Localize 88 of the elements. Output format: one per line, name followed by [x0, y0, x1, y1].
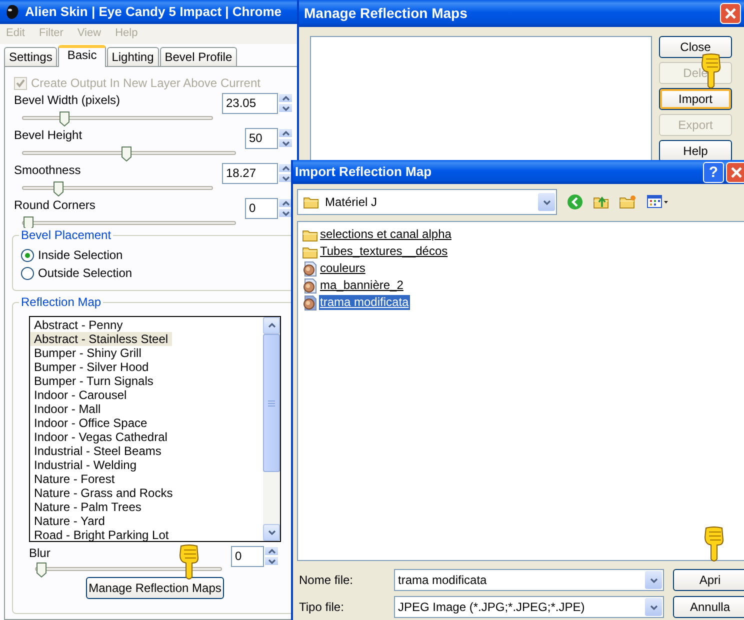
list-item[interactable]: Industrial - Steel Beams	[30, 444, 166, 458]
list-item[interactable]: Indoor - Office Space	[30, 416, 152, 430]
scrollbar[interactable]	[263, 317, 280, 541]
pointing-hand-icon	[178, 544, 200, 582]
view-menu-icon[interactable]	[647, 194, 669, 210]
list-item[interactable]: Bumper - Shiny Grill	[30, 346, 146, 360]
spin-up-button[interactable]	[264, 546, 279, 556]
slider-label: Bevel Width (pixels)	[14, 93, 122, 108]
scroll-thumb[interactable]	[263, 334, 280, 472]
list-item[interactable]: Bumper - Silver Hood	[30, 360, 153, 374]
dropdown-button[interactable]	[645, 571, 662, 589]
folder-name: Matériel J	[325, 194, 378, 210]
tab[interactable]: Bevel Profile	[160, 47, 238, 66]
manage-maps-button[interactable]: Manage Reflection Maps	[86, 577, 224, 599]
spin-up-button[interactable]	[278, 93, 293, 103]
radio-label: Inside Selection	[38, 248, 123, 262]
number-field[interactable]: 0	[245, 198, 278, 219]
slider-thumb[interactable]	[58, 111, 70, 127]
dialog-button[interactable]: Help	[659, 140, 732, 162]
number-field[interactable]: 18.27	[222, 163, 278, 184]
list-item[interactable]: Indoor - Mall	[30, 402, 105, 416]
dialog-title: Import Reflection Map	[295, 164, 432, 180]
radio-button[interactable]	[21, 248, 34, 262]
dialog-title: Manage Reflection Maps	[304, 4, 468, 22]
list-item[interactable]: Abstract - Penny	[30, 318, 127, 332]
window-title: Alien Skin | Eye Candy 5 Impact | Chrome	[25, 4, 282, 20]
check-icon	[16, 78, 25, 88]
file-item[interactable]: trama modificata	[319, 295, 410, 310]
slider-thumb[interactable]	[53, 181, 64, 197]
checkbox-label: Create Output In New Layer Above Current	[31, 76, 260, 90]
slider-label: Smoothness	[14, 163, 82, 178]
spin-up-button[interactable]	[278, 128, 293, 138]
tab[interactable]: Basic	[58, 45, 106, 67]
dialog-button[interactable]: Apri	[673, 569, 744, 591]
slider-thumb[interactable]	[36, 562, 47, 578]
slider-label: Round Corners	[14, 198, 96, 213]
group-title: Reflection Map	[19, 295, 104, 310]
new-folder-icon[interactable]	[619, 194, 637, 210]
dialog-button[interactable]: Close	[659, 36, 732, 58]
list-item[interactable]: Nature - Palm Trees	[30, 500, 146, 514]
number-field[interactable]: 0	[231, 546, 264, 567]
tab[interactable]: Lighting	[106, 47, 159, 66]
number-field[interactable]: 23.05	[222, 93, 278, 114]
close-icon[interactable]	[720, 3, 741, 24]
dialog-button[interactable]: Import	[659, 88, 732, 110]
help-button[interactable]: ?	[703, 162, 724, 182]
list-item[interactable]: Nature - Forest	[30, 472, 119, 486]
slider-label: Bevel Height	[14, 128, 84, 143]
dropdown-button[interactable]	[538, 193, 555, 211]
pointing-hand-icon	[703, 526, 725, 564]
tab[interactable]: Settings	[4, 47, 58, 66]
spin-down-button[interactable]	[264, 556, 279, 566]
back-icon[interactable]	[567, 194, 583, 210]
dialog-button[interactable]: Annulla	[673, 596, 744, 618]
dropdown-button[interactable]	[645, 598, 662, 616]
image-file-icon	[302, 260, 318, 276]
field-label: Tipo file:	[299, 600, 345, 614]
list-item[interactable]: Bumper - Turn Signals	[30, 374, 158, 388]
close-icon[interactable]	[726, 162, 744, 182]
file-item[interactable]: selections et canal alpha	[319, 227, 452, 242]
spin-down-button[interactable]	[278, 138, 293, 148]
list-item[interactable]: Abstract - Stainless Steel	[30, 332, 172, 346]
up-folder-icon[interactable]	[593, 194, 609, 210]
radio-label: Outside Selection	[38, 266, 132, 280]
list-item[interactable]: Nature - Grass and Rocks	[30, 486, 177, 500]
file-name-field[interactable]: trama modificata	[394, 569, 664, 591]
list-item[interactable]: Indoor - Carousel	[30, 388, 131, 402]
file-item[interactable]: Tubes_textures__décos	[319, 244, 449, 259]
list-item[interactable]: Nature - Yard	[30, 514, 109, 528]
scroll-down-button[interactable]	[263, 524, 280, 541]
list-item[interactable]: Road - Bright Parking Lot	[30, 528, 173, 542]
folder-dropdown[interactable]: Matériel J	[297, 189, 557, 215]
grip-icon	[268, 400, 275, 406]
file-type-dropdown[interactable]: JPEG Image (*.JPG;*.JPEG;*.JPE)	[394, 596, 664, 618]
slider-thumb[interactable]	[121, 146, 132, 162]
app-logo-icon	[5, 4, 19, 20]
file-item[interactable]: ma_bannière_2	[319, 278, 404, 293]
scroll-up-button[interactable]	[263, 317, 280, 334]
slider-label: Blur	[29, 546, 52, 561]
number-field[interactable]: 50	[245, 128, 278, 149]
image-file-icon	[302, 278, 318, 294]
list-item[interactable]: Indoor - Vegas Cathedral	[30, 430, 172, 444]
file-item[interactable]: couleurs	[319, 261, 366, 276]
radio-button[interactable]	[21, 266, 34, 280]
list-item[interactable]: Industrial - Welding	[30, 458, 140, 472]
spin-down-button[interactable]	[278, 103, 293, 113]
field-label: Nome file:	[299, 572, 354, 588]
image-file-icon	[302, 294, 318, 310]
